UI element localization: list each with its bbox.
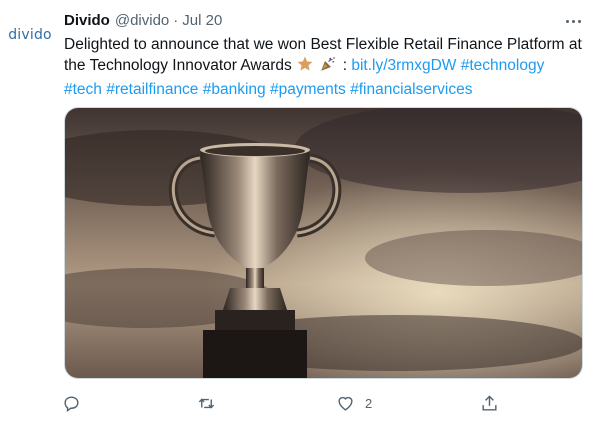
- share-button[interactable]: [480, 388, 509, 418]
- trophy-photo: [65, 108, 582, 378]
- hashtag-tech[interactable]: #tech: [64, 81, 102, 98]
- tweet-link[interactable]: bit.ly/3rmxgDW: [351, 57, 456, 74]
- hashtag-financialservices[interactable]: #financialservices: [350, 81, 472, 98]
- more-dot-icon: [565, 19, 569, 23]
- hashtag-banking[interactable]: #banking: [203, 81, 266, 98]
- tweet-actions: 2: [0, 388, 599, 418]
- avatar[interactable]: divido: [4, 20, 56, 50]
- share-icon: [482, 394, 497, 411]
- separator-dot: ·: [173, 11, 179, 29]
- hashtag-payments[interactable]: #payments: [270, 81, 346, 98]
- hashtag-technology[interactable]: #technology: [461, 57, 545, 74]
- tweet-date[interactable]: Jul 20: [182, 12, 222, 29]
- party-popper-emoji: [318, 55, 338, 79]
- tweet-media-image[interactable]: [64, 107, 583, 379]
- reply-icon: [64, 395, 79, 412]
- star-emoji: [296, 55, 314, 79]
- tweet-text: Delighted to announce that we won Best F…: [64, 34, 584, 100]
- author-handle[interactable]: @divido: [115, 12, 169, 29]
- like-button[interactable]: 2: [336, 388, 372, 418]
- tweet-header: Divido @divido · Jul 20: [64, 9, 222, 31]
- heart-icon: [338, 396, 353, 411]
- more-dot-icon: [577, 19, 581, 23]
- more-dot-icon: [571, 19, 575, 23]
- retweet-button[interactable]: [197, 388, 226, 418]
- reply-button[interactable]: [62, 388, 91, 418]
- like-count: 2: [365, 395, 373, 411]
- hashtag-retailfinance[interactable]: #retailfinance: [106, 81, 198, 98]
- author-name[interactable]: Divido: [64, 12, 110, 29]
- more-options-button[interactable]: [560, 10, 586, 32]
- colon: :: [342, 57, 348, 74]
- retweet-icon: [198, 398, 215, 408]
